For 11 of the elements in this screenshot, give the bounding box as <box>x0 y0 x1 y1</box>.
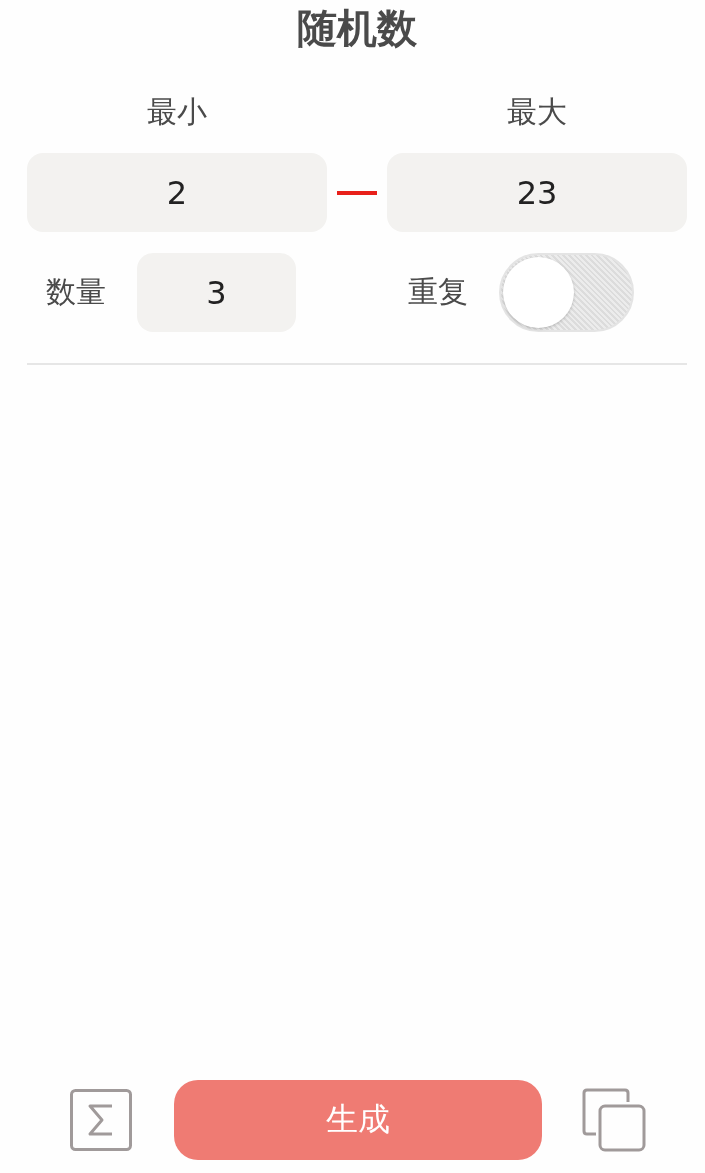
sigma-icon[interactable] <box>70 1089 132 1151</box>
page-title: 随机数 <box>296 4 418 53</box>
min-label: 最小 <box>146 93 208 131</box>
copy-icon[interactable] <box>582 1088 646 1152</box>
count-field[interactable]: 3 <box>137 253 296 332</box>
repeat-label: 重复 <box>408 273 468 311</box>
dash-icon <box>337 190 377 195</box>
count-label: 数量 <box>46 273 106 311</box>
min-field[interactable]: 2 <box>27 153 327 232</box>
max-field[interactable]: 23 <box>387 153 687 232</box>
max-label: 最大 <box>506 93 568 131</box>
